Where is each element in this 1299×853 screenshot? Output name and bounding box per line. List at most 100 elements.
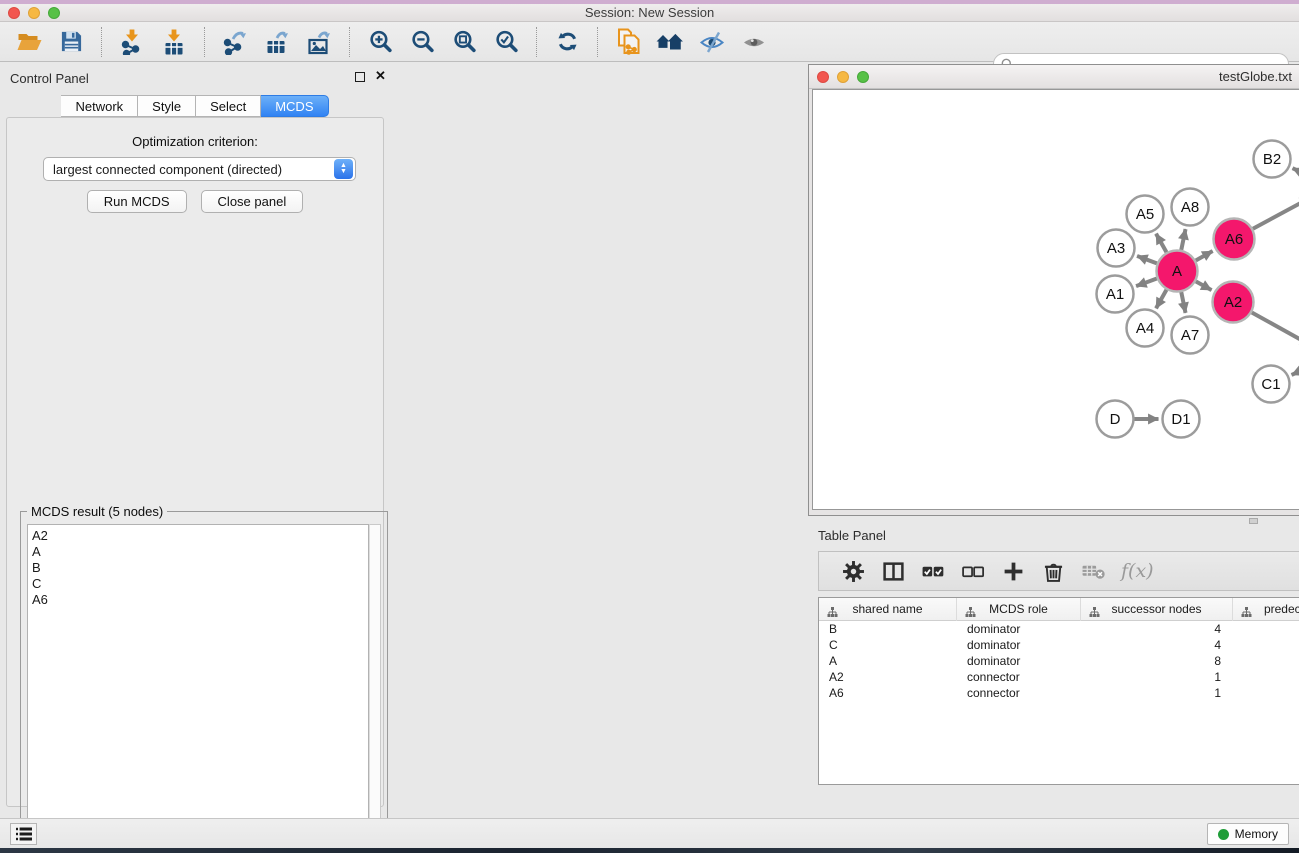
mcds-result-list[interactable]: A2ABCA6 <box>27 524 369 848</box>
control-panel-tab[interactable]: Style <box>138 95 196 117</box>
graph-edge-A-A7[interactable] <box>1181 292 1185 313</box>
hide-graphics-button[interactable] <box>695 26 729 58</box>
clone-network-button[interactable] <box>611 26 645 58</box>
graph-node-C1[interactable]: C1 <box>1253 366 1290 403</box>
graph-node-B2[interactable]: B2 <box>1254 141 1291 178</box>
graph-edge-A-A4[interactable] <box>1156 290 1166 309</box>
select-all-button[interactable] <box>916 555 950 587</box>
deselect-all-button[interactable] <box>956 555 990 587</box>
graph-node-A1[interactable]: A1 <box>1097 276 1134 313</box>
node-table: shared name MCDS role successor nodes <box>818 597 1299 785</box>
run-mcds-button[interactable]: Run MCDS <box>87 190 187 213</box>
graph-node-D1[interactable]: D1 <box>1163 401 1200 438</box>
mcds-result-item[interactable]: C <box>32 576 368 592</box>
column-header-shared-name[interactable]: shared name <box>819 598 957 621</box>
refresh-view-button[interactable] <box>550 26 584 58</box>
export-network-button[interactable] <box>218 26 252 58</box>
zoom-out-icon <box>410 29 435 54</box>
svg-text:B2: B2 <box>1263 151 1281 168</box>
zoom-selected-button[interactable] <box>489 26 523 58</box>
column-header-predecessor-nodes[interactable]: predecessor nodes <box>1233 598 1299 621</box>
delete-table-button[interactable] <box>1076 555 1110 587</box>
unchecked-boxes-icon <box>961 560 985 583</box>
network-canvas[interactable]: AA1A2A3A4A5A6A7A8BB1B2B3B4CC1C2C3C4DD1 <box>812 89 1299 510</box>
graph-edge-A6-B[interactable] <box>1253 198 1299 229</box>
table-toolbar: f(x) <box>818 551 1299 591</box>
graph-edge-A2-C[interactable] <box>1252 312 1299 345</box>
criterion-dropdown[interactable]: largest connected component (directed) ▲… <box>43 157 356 181</box>
memory-button[interactable]: Memory <box>1207 823 1289 845</box>
column-header-mcds-role[interactable]: MCDS role <box>957 598 1081 621</box>
import-network-button[interactable] <box>115 26 149 58</box>
control-panel-title: Control Panel <box>10 71 89 86</box>
import-network-icon <box>119 29 145 55</box>
table-panel: Table Panel ✕ <box>808 520 1299 853</box>
mcds-result-item[interactable]: A6 <box>32 592 368 608</box>
zoom-in-icon <box>368 29 393 54</box>
show-graphics-button[interactable] <box>737 26 771 58</box>
graph-edge-A-A6[interactable] <box>1196 251 1213 260</box>
export-table-icon <box>264 29 290 55</box>
svg-text:A3: A3 <box>1107 240 1125 257</box>
control-panel-tab[interactable]: Network <box>61 95 138 117</box>
houses-button[interactable] <box>653 26 687 58</box>
zoom-in-button[interactable] <box>363 26 397 58</box>
add-column-button[interactable] <box>996 555 1030 587</box>
function-builder-button[interactable]: f(x) <box>1121 560 1154 582</box>
import-table-icon <box>161 29 187 55</box>
save-session-button[interactable] <box>54 26 88 58</box>
graph-edge-C-C1[interactable] <box>1292 366 1299 375</box>
graph-node-A8[interactable]: A8 <box>1172 189 1209 226</box>
import-table-button[interactable] <box>157 26 191 58</box>
graph-node-A5[interactable]: A5 <box>1127 196 1164 233</box>
graph-node-A2[interactable]: A2 <box>1213 282 1254 323</box>
table-row[interactable]: A dominator 8 0 A <box>819 653 1299 669</box>
zoom-fit-button[interactable] <box>447 26 481 58</box>
graph-node-A6[interactable]: A6 <box>1214 219 1255 260</box>
graph-edge-A-A8[interactable] <box>1181 229 1185 250</box>
open-session-button[interactable] <box>12 26 46 58</box>
export-image-button[interactable] <box>302 26 336 58</box>
mcds-result-item[interactable]: A <box>32 544 368 560</box>
zoom-out-button[interactable] <box>405 26 439 58</box>
table-row[interactable]: A2 connector 1 1 A2 <box>819 669 1299 685</box>
table-row[interactable]: B dominator 4 1 B <box>819 621 1299 637</box>
criterion-value: largest connected component (directed) <box>44 162 334 177</box>
export-table-button[interactable] <box>260 26 294 58</box>
graph-edge-B-B2[interactable] <box>1293 168 1299 177</box>
column-header-successor-nodes[interactable]: successor nodes <box>1081 598 1233 621</box>
result-list-scrollbar[interactable] <box>369 524 381 848</box>
export-image-icon <box>306 29 332 55</box>
control-panel-close-icon[interactable]: ✕ <box>375 71 386 81</box>
control-panel-float-icon[interactable] <box>355 72 365 82</box>
delete-column-button[interactable] <box>1036 555 1070 587</box>
graph-node-A7[interactable]: A7 <box>1172 317 1209 354</box>
graph-node-A[interactable]: A <box>1157 251 1198 292</box>
graph-edge-A-A2[interactable] <box>1196 281 1212 290</box>
toolbar-separator <box>204 27 205 57</box>
zoom-fit-icon <box>452 29 477 54</box>
task-history-button[interactable] <box>10 823 37 845</box>
mcds-result-item[interactable]: A2 <box>32 528 368 544</box>
close-panel-button[interactable]: Close panel <box>201 190 304 213</box>
mcds-result-item[interactable]: B <box>32 560 368 576</box>
svg-text:A7: A7 <box>1181 327 1199 344</box>
graph-node-A3[interactable]: A3 <box>1098 230 1135 267</box>
graph-node-D[interactable]: D <box>1097 401 1134 438</box>
table-header-row: shared name MCDS role successor nodes <box>819 598 1299 621</box>
toolbar-separator <box>101 27 102 57</box>
svg-text:A5: A5 <box>1136 206 1154 223</box>
table-row[interactable]: A6 connector 1 1 A6 <box>819 685 1299 701</box>
table-settings-button[interactable] <box>836 555 870 587</box>
plus-icon <box>1002 560 1025 583</box>
control-panel-tab[interactable]: MCDS <box>261 95 328 117</box>
graph-edge-A-A3[interactable] <box>1137 256 1157 263</box>
control-panel-tab[interactable]: Select <box>196 95 261 117</box>
graph-edge-A-A5[interactable] <box>1156 234 1166 253</box>
graph-edge-A-A1[interactable] <box>1136 278 1157 286</box>
table-row[interactable]: C dominator 4 1 C <box>819 637 1299 653</box>
open-folder-icon <box>16 30 43 54</box>
network-window-title: testGlobe.txt <box>809 69 1299 84</box>
show-columns-button[interactable] <box>876 555 910 587</box>
graph-node-A4[interactable]: A4 <box>1127 310 1164 347</box>
